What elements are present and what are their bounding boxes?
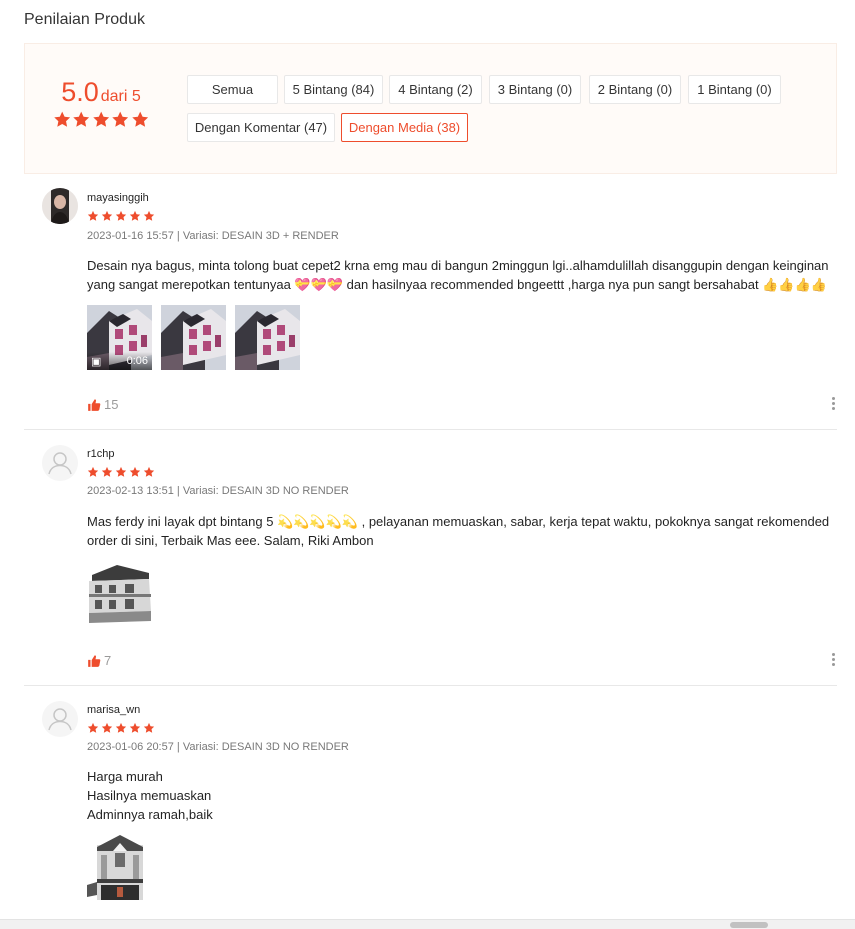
- review-stars: [87, 722, 155, 734]
- review-image-thumbnail[interactable]: [87, 835, 152, 900]
- review-text-line: Hasilnya memuaskan: [87, 788, 212, 803]
- review-text-line: Adminnya ramah,baik: [87, 807, 213, 822]
- scrollbar-thumb[interactable]: [730, 922, 768, 928]
- review-text-line: Harga murah: [87, 769, 163, 784]
- review-meta: 2023-01-06 20:57 | Variasi: DESAIN 3D NO…: [87, 741, 349, 753]
- review-item: marisa_wn 2023-01-06 20:57 | Variasi: DE…: [24, 0, 837, 919]
- star-icon: [101, 722, 113, 734]
- horizontal-scrollbar[interactable]: [0, 919, 855, 929]
- product-ratings-page: Penilaian Produk 5.0 dari 5 Semua 5 Binta…: [0, 0, 855, 929]
- review-text: Harga murah Hasilnya memuaskan Adminnya …: [87, 767, 839, 824]
- star-icon: [87, 722, 99, 734]
- avatar[interactable]: [42, 701, 78, 737]
- star-icon: [115, 722, 127, 734]
- user-icon: [42, 701, 78, 737]
- star-icon: [129, 722, 141, 734]
- reviewer-username[interactable]: marisa_wn: [87, 704, 140, 716]
- star-icon: [143, 722, 155, 734]
